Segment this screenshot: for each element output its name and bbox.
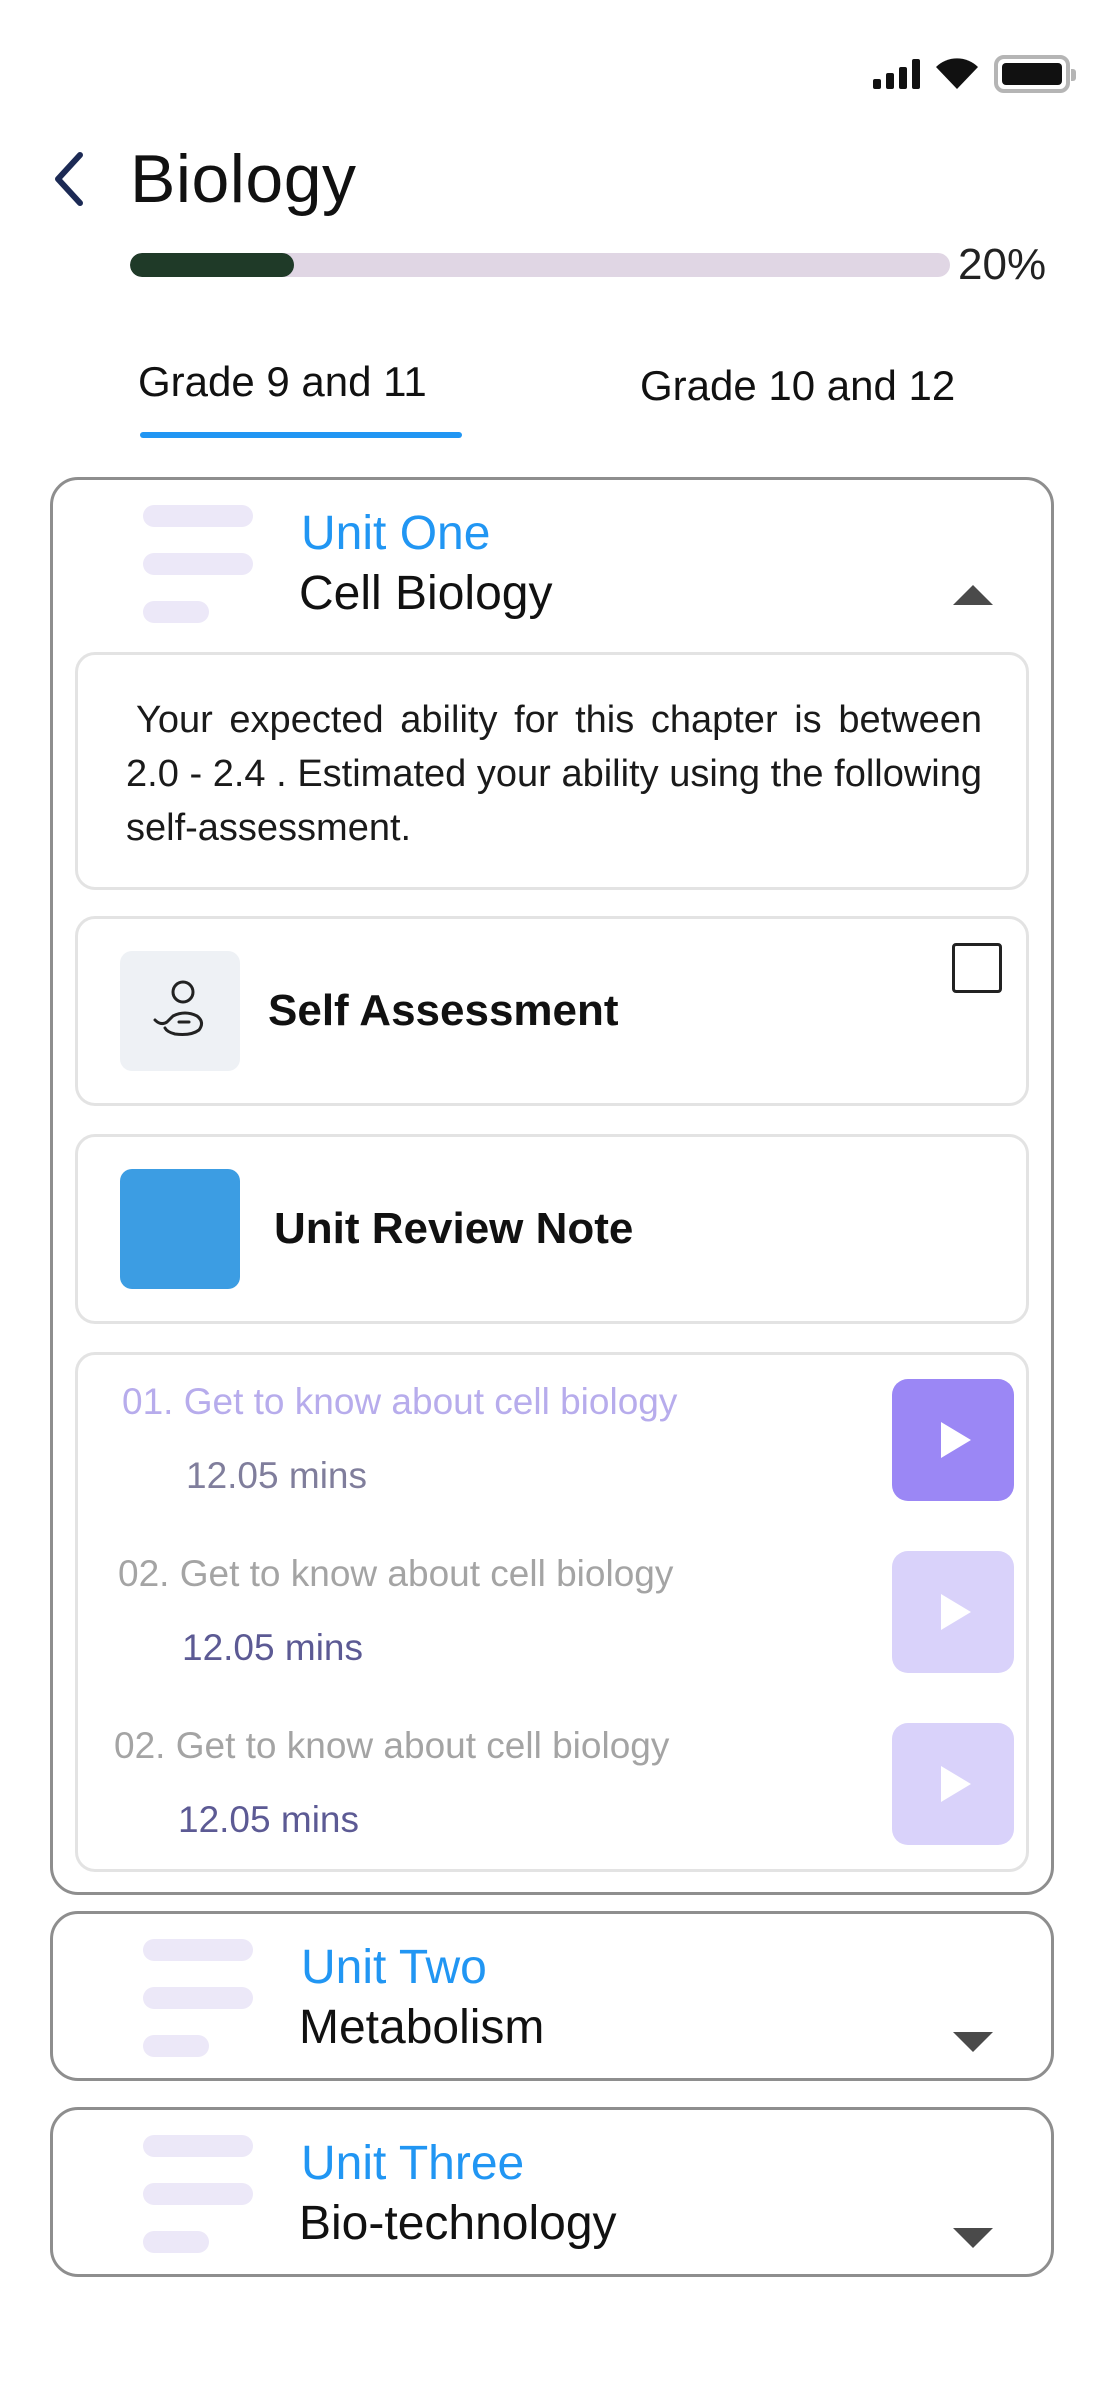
unit-card-three[interactable]: Unit Three Bio-technology (50, 2107, 1054, 2277)
lesson-item[interactable]: 02. Get to know about cell biology 12.05… (78, 1699, 1028, 1845)
lesson-title: 02. Get to know about cell biology (118, 1553, 674, 1594)
unit-name: Bio-technology (299, 2197, 617, 2250)
unit-card-two[interactable]: Unit Two Metabolism (50, 1911, 1054, 2081)
battery-icon (994, 55, 1076, 93)
unit-card-one: Unit One Cell Biology Your expected abil… (50, 477, 1054, 1895)
unit-list-icon (143, 505, 253, 625)
active-tab-indicator (140, 432, 462, 438)
unit-three-header[interactable]: Unit Three Bio-technology (53, 2110, 1051, 2285)
chevron-down-icon[interactable] (953, 2032, 993, 2052)
unit-two-header[interactable]: Unit Two Metabolism (53, 1914, 1051, 2089)
unit-label: Unit One (301, 507, 491, 560)
tab-grade-10-and-12[interactable]: Grade 10 and 12 (640, 362, 955, 410)
review-note-thumb (120, 1169, 240, 1289)
unit-one-header[interactable]: Unit One Cell Biology (53, 480, 1051, 655)
signal-icon (873, 59, 920, 89)
play-button[interactable] (892, 1551, 1014, 1673)
lesson-title: 02. Get to know about cell biology (114, 1725, 670, 1766)
page-title: Biology (130, 141, 357, 217)
self-assessment-checkbox[interactable] (952, 943, 1002, 993)
chevron-up-icon[interactable] (953, 585, 993, 605)
header: Biology (50, 140, 357, 218)
play-icon (941, 1766, 971, 1802)
unit-name: Cell Biology (299, 567, 553, 620)
lesson-item[interactable]: 02. Get to know about cell biology 12.05… (78, 1527, 1028, 1673)
play-button[interactable] (892, 1379, 1014, 1501)
lesson-title: 01. Get to know about cell biology (122, 1381, 678, 1422)
lesson-list: 01. Get to know about cell biology 12.05… (75, 1352, 1029, 1872)
lesson-duration: 12.05 mins (186, 1455, 367, 1496)
lesson-duration: 12.05 mins (182, 1627, 363, 1668)
review-note-label: Unit Review Note (274, 1204, 634, 1253)
chevron-down-icon[interactable] (953, 2228, 993, 2248)
ability-text: Your expected ability for this chapter i… (126, 699, 982, 849)
unit-label: Unit Two (301, 1941, 487, 1994)
progress-percent: 20% (958, 240, 1047, 289)
lesson-duration: 12.05 mins (178, 1799, 359, 1840)
progress-track (130, 253, 950, 277)
tab-grade-9-and-11[interactable]: Grade 9 and 11 (138, 358, 427, 406)
back-arrow-icon (55, 152, 83, 206)
self-assessment-item[interactable]: Self Assessment (75, 916, 1029, 1106)
play-icon (941, 1594, 971, 1630)
review-note-item[interactable]: Unit Review Note (75, 1134, 1029, 1324)
status-bar (873, 55, 1076, 93)
back-button[interactable] (50, 144, 100, 214)
ability-info-box: Your expected ability for this chapter i… (75, 652, 1029, 890)
progress-fill (130, 253, 294, 277)
person-hand-icon (153, 980, 204, 1036)
unit-list-icon (143, 2135, 253, 2255)
course-progress: 20% (130, 240, 1046, 290)
lesson-item[interactable]: 01. Get to know about cell biology 12.05… (78, 1355, 1028, 1501)
unit-label: Unit Three (301, 2137, 525, 2190)
grade-tabs: Grade 9 and 11 Grade 10 and 12 (0, 340, 1110, 450)
play-icon (941, 1422, 971, 1458)
unit-name: Metabolism (299, 2001, 545, 2054)
self-assessment-thumb (120, 951, 240, 1071)
unit-list-icon (143, 1939, 253, 2059)
wifi-icon (936, 58, 978, 89)
self-assessment-label: Self Assessment (268, 986, 619, 1035)
play-button[interactable] (892, 1723, 1014, 1845)
